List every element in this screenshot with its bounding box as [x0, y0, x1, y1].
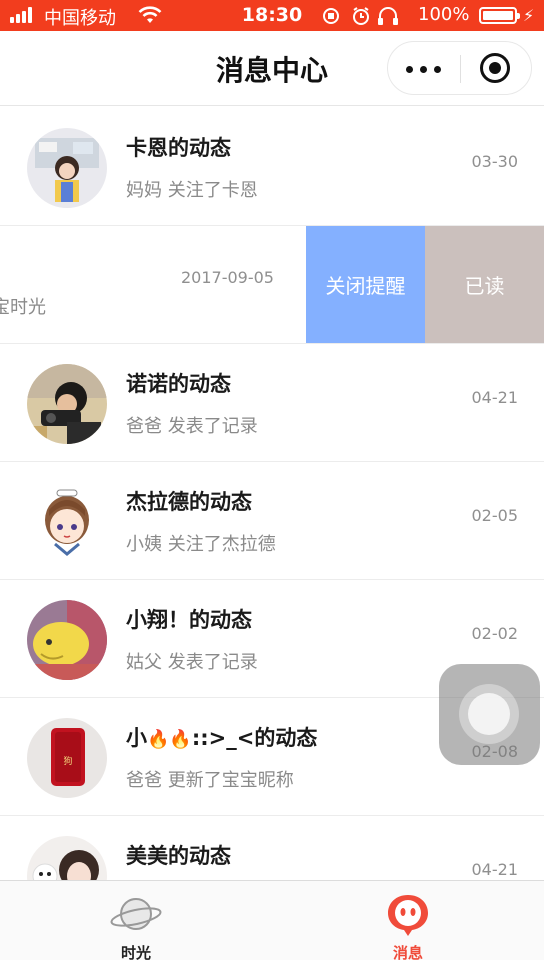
item-date: 04-21	[471, 860, 519, 879]
tab-messages[interactable]: 消息	[272, 881, 544, 960]
avatar: 狗	[27, 718, 107, 798]
item-date: 2017-09-05	[181, 268, 274, 287]
nav-bar: 消息中心	[0, 31, 544, 106]
avatar	[27, 364, 107, 444]
item-subtitle: 小姨 关注了杰拉德	[126, 534, 276, 555]
item-title: 诺诺的动态	[126, 372, 231, 396]
avatar	[27, 482, 107, 562]
avatar	[27, 836, 107, 880]
item-subtitle: 妈妈 关注了卡恩	[126, 180, 258, 201]
item-date: 03-30	[471, 152, 519, 171]
item-subtitle: 爸爸 更新了宝宝昵称	[126, 770, 294, 791]
tab-label: 消息	[392, 944, 423, 960]
charging-icon: ⚡	[523, 6, 535, 25]
mini-program-capsule	[387, 41, 532, 95]
status-icons	[323, 7, 398, 25]
item-subtitle: 姑父 发表了记录	[126, 652, 258, 673]
item-title: 卡恩的动态	[126, 136, 231, 160]
status-bar: 中国移动 18:30 100% ⚡	[0, 0, 544, 31]
capsule-divider	[460, 55, 461, 83]
list-item[interactable]: 卡恩的动态 妈妈 关注了卡恩 03-30	[0, 108, 544, 226]
list-item[interactable]: 美美的动态 04-21	[0, 816, 544, 880]
item-subtitle: 爸爸 发表了记录	[126, 416, 258, 437]
more-options-icon[interactable]	[404, 53, 444, 83]
tab-time[interactable]: 时光	[0, 881, 272, 960]
close-mini-program-icon[interactable]	[480, 53, 512, 85]
item-title: 杰拉德的动态	[126, 490, 252, 514]
svg-text:狗: 狗	[63, 755, 72, 767]
item-title: 美美的动态	[126, 844, 231, 868]
item-title: 小翔！的动态	[126, 608, 252, 632]
tab-label: 时光	[120, 944, 151, 960]
mute-notifications-button[interactable]: 关闭提醒	[306, 226, 425, 343]
item-date: 04-21	[471, 388, 519, 407]
planet-icon	[110, 898, 162, 930]
mark-read-button[interactable]: 已读	[425, 226, 544, 343]
list-item[interactable]: 诺诺的动态 爸爸 发表了记录 04-21	[0, 344, 544, 462]
item-date: 02-02	[471, 624, 519, 643]
item-date: 02-05	[471, 506, 519, 525]
avatar	[27, 128, 107, 208]
fire-emoji: 🔥🔥	[147, 729, 192, 750]
assistive-touch-button[interactable]	[439, 664, 540, 765]
item-title: 小🔥🔥::>_<的动态	[126, 726, 318, 750]
list-item[interactable]: 杰拉德的动态 小姨 关注了杰拉德 02-05	[0, 462, 544, 580]
tab-bar: 时光 消息	[0, 880, 544, 960]
battery-icon	[479, 7, 520, 24]
message-face-icon	[388, 895, 428, 936]
battery-percent: 100%	[418, 4, 470, 25]
list-item-swiped[interactable]: 2017-09-05 宝时光 关闭提醒 已读	[0, 226, 544, 344]
item-subtitle: 宝时光	[0, 297, 46, 318]
avatar	[27, 600, 107, 680]
